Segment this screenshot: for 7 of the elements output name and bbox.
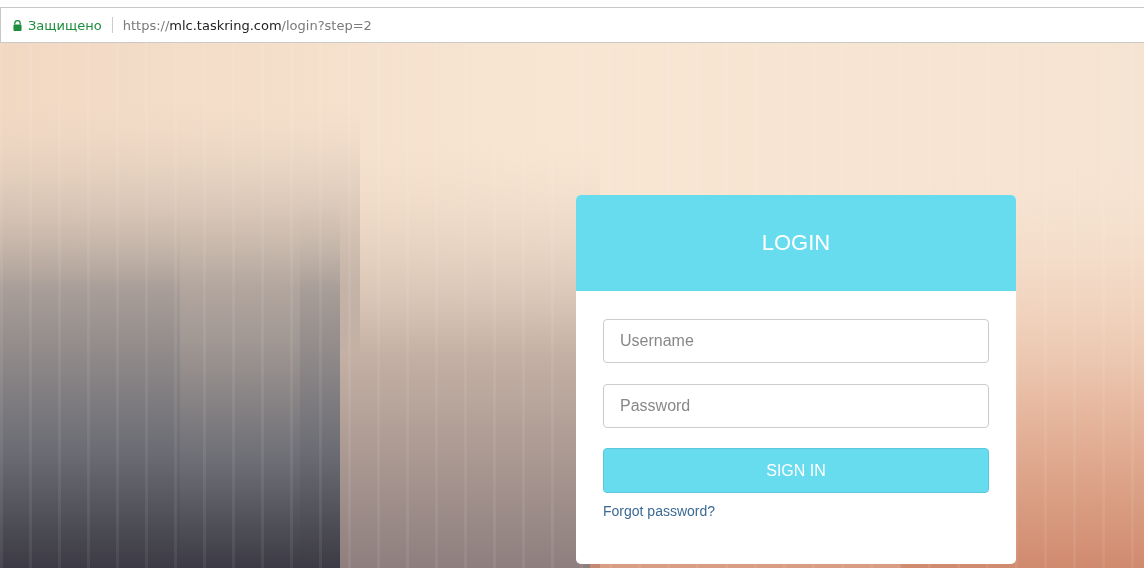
lock-icon (13, 19, 22, 31)
username-field[interactable]: Username (603, 319, 989, 363)
login-title: LOGIN (761, 230, 831, 256)
password-field[interactable]: Password (603, 384, 989, 428)
security-label: Защищено (28, 17, 102, 33)
forgot-password-link[interactable]: Forgot password? (603, 503, 716, 519)
address-text[interactable]: https://mlc.taskring.com/login?step=2 (122, 17, 372, 33)
